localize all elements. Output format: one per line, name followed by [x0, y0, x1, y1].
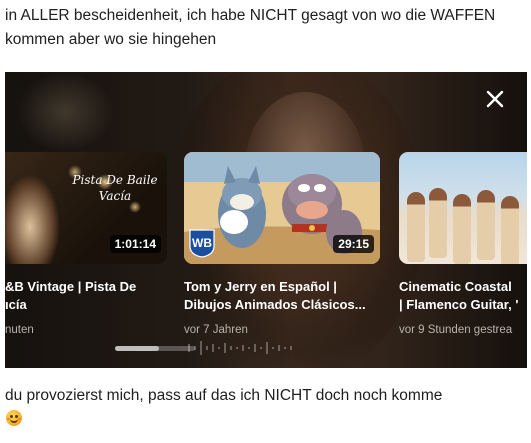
video-meta: nuten [5, 324, 34, 336]
video-title-line-1[interactable]: Tom y Jerry en Español | [184, 278, 380, 296]
blush-emoji-icon [6, 410, 22, 426]
video-meta: vor 9 Stunden gestrea [399, 324, 513, 336]
video-thumbnail[interactable] [399, 152, 527, 264]
post-text-bottom: du provozierst mich, pass auf das ich NI… [5, 387, 443, 404]
suggested-video-card[interactable]: Pista De Baile Vacía 1:01:14 &B Vintage … [5, 152, 167, 336]
svg-text:WB: WB [192, 236, 212, 250]
duration-badge: 29:15 [333, 235, 374, 253]
audio-waveform-icon [188, 341, 292, 355]
scroll-thumb[interactable] [115, 346, 159, 351]
video-title-line-1[interactable]: &B Vintage | Pista De [5, 278, 167, 296]
video-title-line-2[interactable]: | Flamenco Guitar, ' [399, 296, 527, 314]
video-thumbnail[interactable]: Pista De Baile Vacía 1:01:14 [5, 152, 167, 264]
video-thumbnail[interactable]: WB 29:15 [184, 152, 380, 264]
thumbnail-overlay-text: Pista De Baile Vacía [72, 173, 158, 203]
video-end-screen[interactable]: Pista De Baile Vacía 1:01:14 &B Vintage … [5, 72, 527, 368]
suggested-video-card[interactable]: Cinematic Coastal | Flamenco Guitar, ' v… [399, 152, 527, 336]
wb-logo-icon: WB [189, 229, 215, 258]
close-icon[interactable] [484, 88, 506, 110]
post-text-top: in ALLER bescheidenheit, ich habe NICHT … [5, 7, 496, 48]
video-title-line-2[interactable]: ıcía [5, 296, 167, 314]
video-meta: vor 7 Jahren [184, 324, 248, 336]
duration-badge: 1:01:14 [109, 235, 161, 253]
suggested-video-card[interactable]: WB 29:15 Tom y Jerry en Español | Dibujo… [184, 152, 380, 336]
video-title-line-1[interactable]: Cinematic Coastal [399, 278, 527, 296]
video-title-line-2[interactable]: Dibujos Animados Clásicos... [184, 296, 380, 314]
